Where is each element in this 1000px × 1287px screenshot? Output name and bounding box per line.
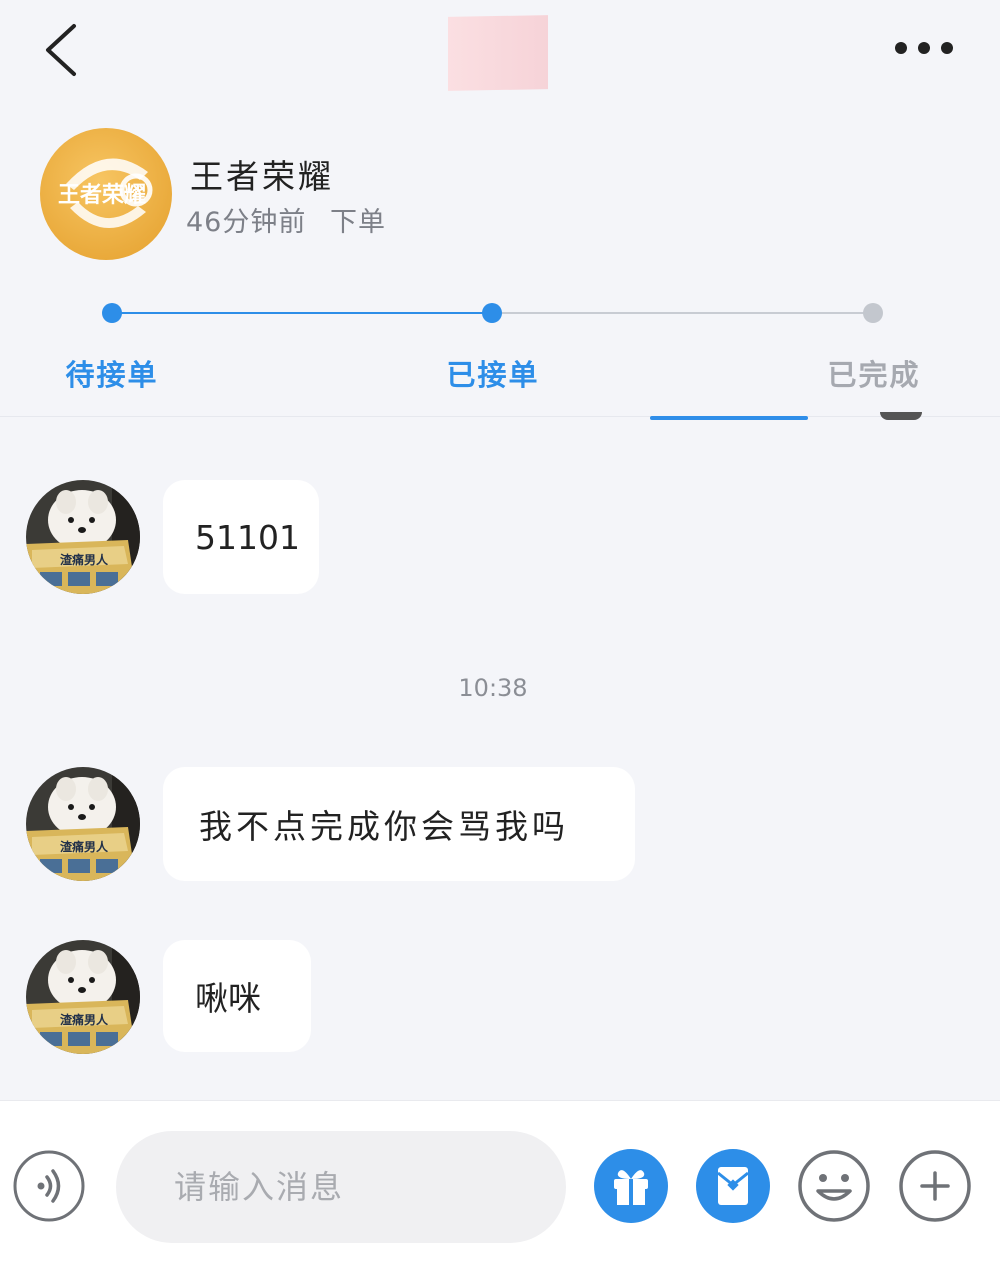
avatar[interactable]: 渣痛男人 xyxy=(26,480,140,594)
message-text: 51101 xyxy=(195,517,300,557)
voice-icon[interactable] xyxy=(12,1149,86,1223)
step-dot-pending-accept xyxy=(102,303,122,323)
message-bubble[interactable]: 我不点完成你会骂我吗 xyxy=(163,767,635,881)
avatar-caption: 渣痛男人 xyxy=(60,552,109,567)
chevron-left-icon[interactable] xyxy=(36,18,96,82)
message-timestamp: 10:38 xyxy=(458,674,528,702)
message-input-bar xyxy=(0,1100,1000,1287)
message-input[interactable] xyxy=(116,1131,566,1243)
previous-message-edge xyxy=(650,416,808,420)
progress-line-completed xyxy=(112,312,492,314)
message-bubble[interactable]: 啾咪 xyxy=(163,940,311,1052)
top-bar xyxy=(0,0,1000,100)
game-name: 王者荣耀 xyxy=(190,157,334,196)
order-time: 46分钟前 下单 xyxy=(186,200,386,239)
order-header: 王者荣耀 王者荣耀 46分钟前 下单 待接单 已接单 已完成 xyxy=(0,100,1000,417)
message-text: 啾咪 xyxy=(195,979,261,1018)
step-dot-completed xyxy=(863,303,883,323)
more-horizontal-icon[interactable] xyxy=(892,36,956,60)
plus-circle-icon[interactable] xyxy=(898,1149,972,1223)
avatar-caption: 渣痛男人 xyxy=(60,1012,109,1027)
step-label-accepted: 已接单 xyxy=(446,358,540,392)
step-label-pending-accept: 待接单 xyxy=(65,358,159,392)
avatar[interactable]: 渣痛男人 xyxy=(26,940,140,1054)
progress-line-pending xyxy=(492,312,874,314)
game-logo[interactable]: 王者荣耀 xyxy=(40,128,172,260)
previous-avatar-edge xyxy=(880,412,922,420)
order-progress: 待接单 已接单 已完成 xyxy=(0,290,1000,410)
red-packet-icon[interactable] xyxy=(696,1149,770,1223)
step-label-completed: 已完成 xyxy=(827,358,921,392)
message-bubble[interactable]: 51101 xyxy=(163,480,319,594)
message-text: 我不点完成你会骂我吗 xyxy=(199,807,569,846)
avatar[interactable]: 渣痛男人 xyxy=(26,767,140,881)
avatar-caption: 渣痛男人 xyxy=(60,839,109,854)
gift-icon[interactable] xyxy=(594,1149,668,1223)
game-logo-text: 王者荣耀 xyxy=(58,182,146,208)
time-ago: 46分钟前 xyxy=(186,207,307,238)
step-dot-accepted xyxy=(482,303,502,323)
order-status-text: 下单 xyxy=(329,207,386,238)
emoji-icon[interactable] xyxy=(797,1149,871,1223)
blurred-title xyxy=(448,15,548,91)
